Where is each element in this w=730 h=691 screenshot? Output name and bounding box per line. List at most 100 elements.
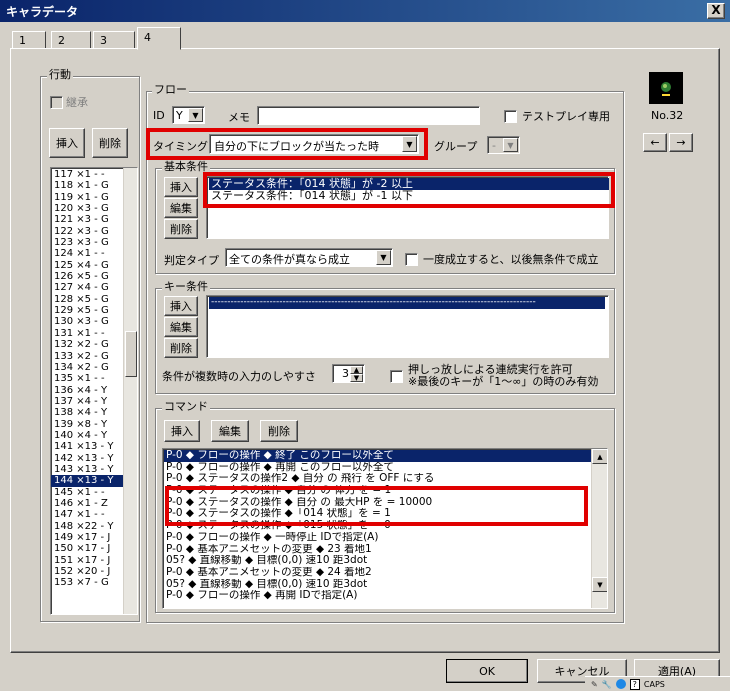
action-list-item[interactable]: 134 ×2 - G: [51, 362, 123, 373]
action-list-item[interactable]: 144 ×13 - Y: [51, 475, 123, 487]
command-item[interactable]: P-0 ◆ フローの操作 ◆ 一時停止 IDで指定(A): [164, 532, 592, 544]
key-insert-button[interactable]: 挿入: [164, 296, 198, 316]
once-check-box[interactable]: [405, 252, 418, 266]
action-list-item[interactable]: 118 ×1 - G: [51, 180, 123, 191]
action-list-item[interactable]: 147 ×1 - -: [51, 509, 123, 520]
action-list-item[interactable]: 127 ×4 - G: [51, 282, 123, 293]
tab-3[interactable]: 3: [93, 31, 135, 49]
action-list-item[interactable]: 139 ×8 - Y: [51, 419, 123, 430]
command-list-scrollbar[interactable]: ▲ ▼: [591, 449, 607, 608]
key-condition-item[interactable]: ----------------------------------------…: [209, 297, 605, 309]
command-item[interactable]: P-0 ◆ 基本アニメセットの変更 ◆ 23 着地1: [164, 544, 592, 556]
prev-character-button[interactable]: ←: [643, 133, 667, 152]
action-list-item[interactable]: 145 ×1 - -: [51, 487, 123, 498]
chevron-down-icon[interactable]: ▼: [503, 138, 518, 152]
command-item[interactable]: P-0 ◆ ステータスの操作 ◆「015 状態」を = 0: [164, 520, 592, 532]
tab-2[interactable]: 2: [51, 31, 91, 49]
action-list-item[interactable]: 135 ×1 - -: [51, 373, 123, 384]
judge-type-select[interactable]: 全ての条件が真なら成立 ▼: [225, 248, 393, 267]
action-list[interactable]: 117 ×1 - -118 ×1 - G 119 ×1 - G 120 ×3 - G…: [50, 167, 138, 615]
action-list-item[interactable]: 136 ×4 - Y: [51, 385, 123, 396]
basic-insert-button[interactable]: 挿入: [164, 177, 198, 197]
command-list[interactable]: P-0 ◆ フローの操作 ◆ 終了 このフロー以外全て P-0 ◆ フローの操作 …: [162, 448, 608, 609]
scroll-down-icon[interactable]: ▼: [592, 577, 607, 592]
action-list-item[interactable]: 153 ×7 - G: [51, 577, 123, 588]
action-list-item[interactable]: 131 ×1 - -: [51, 328, 123, 339]
tray-pen-icon[interactable]: ✎: [591, 680, 598, 689]
once-checkbox[interactable]: 一度成立すると、以後無条件で成立: [405, 251, 599, 267]
action-list-item[interactable]: 132 ×2 - G: [51, 339, 123, 350]
chevron-down-icon[interactable]: ▼: [188, 108, 203, 122]
action-list-item[interactable]: 146 ×1 - Z: [51, 498, 123, 509]
command-item[interactable]: P-0 ◆ ステータスの操作 ◆「014 状態」を = 1: [164, 508, 592, 520]
action-list-item[interactable]: 120 ×3 - G: [51, 203, 123, 214]
action-list-item[interactable]: 148 ×22 - Y: [51, 521, 123, 532]
action-list-item[interactable]: 125 ×4 - G: [51, 260, 123, 271]
hold-check-box[interactable]: [390, 370, 403, 383]
inherit-checkbox[interactable]: 継承: [50, 94, 88, 110]
action-list-item[interactable]: 138 ×4 - Y: [51, 407, 123, 418]
command-item[interactable]: P-0 ◆ ステータスの操作 ◆ 自分 の 体力 を = 1: [164, 485, 592, 497]
command-item[interactable]: P-0 ◆ 基本アニメセットの変更 ◆ 24 着地2: [164, 567, 592, 579]
action-list-item[interactable]: 150 ×17 - J: [51, 543, 123, 554]
command-insert-button[interactable]: 挿入: [164, 420, 200, 442]
action-list-item[interactable]: 128 ×5 - G: [51, 294, 123, 305]
basic-delete-button[interactable]: 削除: [164, 219, 198, 239]
action-list-item[interactable]: 126 ×5 - G: [51, 271, 123, 282]
command-delete-button[interactable]: 削除: [260, 420, 298, 442]
next-character-button[interactable]: →: [669, 133, 693, 152]
id-select[interactable]: Y ▼: [172, 106, 205, 124]
testplay-check-box[interactable]: [504, 109, 517, 123]
command-item[interactable]: P-0 ◆ フローの操作 ◆ 終了 このフロー以外全て: [164, 450, 592, 462]
action-list-item[interactable]: 149 ×17 - J: [51, 532, 123, 543]
close-button[interactable]: X: [707, 3, 725, 19]
memo-input[interactable]: [257, 106, 480, 125]
action-list-item[interactable]: 141 ×13 - Y: [51, 441, 123, 452]
action-list-item[interactable]: 119 ×1 - G: [51, 192, 123, 203]
action-list-scroll-thumb[interactable]: [125, 331, 137, 377]
action-list-item[interactable]: 142 ×13 - Y: [51, 453, 123, 464]
testplay-checkbox[interactable]: テストプレイ専用: [504, 108, 610, 124]
action-list-item[interactable]: 133 ×2 - G: [51, 351, 123, 362]
action-list-item[interactable]: 130 ×3 - G: [51, 316, 123, 327]
key-edit-button[interactable]: 編集: [164, 317, 198, 337]
command-item[interactable]: P-0 ◆ フローの操作 ◆ 再開 IDで指定(A): [164, 590, 592, 602]
ok-button[interactable]: OK: [446, 659, 528, 683]
action-list-item[interactable]: 152 ×20 - J: [51, 566, 123, 577]
command-item[interactable]: P-0 ◆ ステータスの操作 ◆ 自分 の 最大HP を = 10000: [164, 497, 592, 509]
timing-select[interactable]: 自分の下にブロックが当たった時 ▼: [209, 134, 419, 154]
basic-condition-item[interactable]: ステータス条件：「014 状態」が -1 以下: [209, 190, 609, 202]
tray-help-icon[interactable]: ?: [629, 678, 640, 690]
command-item[interactable]: P-0 ◆ ステータスの操作2 ◆ 自分 の 飛行 を OFF にする: [164, 473, 592, 485]
tray-globe-icon[interactable]: [615, 679, 626, 689]
command-edit-button[interactable]: 編集: [211, 420, 249, 442]
spinner-down-icon[interactable]: ▼: [350, 374, 363, 382]
tab-4[interactable]: 4: [137, 27, 181, 50]
action-list-item[interactable]: 124 ×1 - -: [51, 248, 123, 259]
command-item[interactable]: 05? ◆ 直線移動 ◆ 目標(0,0) 速10 距3dot: [164, 579, 592, 591]
action-list-item[interactable]: 123 ×3 - G: [51, 237, 123, 248]
hold-checkbox[interactable]: 押しっ放しによる連続実行を許可 ※最後のキーが「1〜∞」の時のみ有効: [390, 364, 598, 388]
chevron-down-icon[interactable]: ▼: [402, 136, 417, 152]
action-insert-button[interactable]: 挿入: [49, 128, 85, 158]
action-list-item[interactable]: 140 ×4 - Y: [51, 430, 123, 441]
action-list-item[interactable]: 143 ×13 - Y: [51, 464, 123, 475]
basic-conditions-list[interactable]: ステータス条件：「014 状態」が -2 以上 ステータス条件：「014 状態」…: [206, 176, 609, 239]
spinner-up-icon[interactable]: ▲: [350, 366, 363, 374]
action-list-item[interactable]: 117 ×1 - -: [51, 169, 123, 180]
key-delete-button[interactable]: 削除: [164, 338, 198, 358]
key-conditions-list[interactable]: ----------------------------------------…: [206, 295, 609, 358]
action-list-item[interactable]: 151 ×17 - J: [51, 555, 123, 566]
command-item[interactable]: P-0 ◆ フローの操作 ◆ 再開 このフロー以外全て: [164, 462, 592, 474]
action-list-item[interactable]: 121 ×3 - G: [51, 214, 123, 225]
action-delete-button[interactable]: 削除: [92, 128, 128, 158]
chevron-down-icon[interactable]: ▼: [376, 250, 391, 265]
action-list-item[interactable]: 129 ×5 - G: [51, 305, 123, 316]
action-list-item[interactable]: 122 ×3 - G: [51, 226, 123, 237]
action-list-scrollbar[interactable]: [123, 168, 137, 614]
basic-edit-button[interactable]: 編集: [164, 198, 198, 218]
group-select[interactable]: - ▼: [487, 136, 520, 154]
command-item[interactable]: 05? ◆ 直線移動 ◆ 目標(0,0) 速10 距3dot: [164, 555, 592, 567]
scroll-up-icon[interactable]: ▲: [592, 449, 607, 464]
tray-tool-icon[interactable]: 🔧: [602, 680, 612, 689]
